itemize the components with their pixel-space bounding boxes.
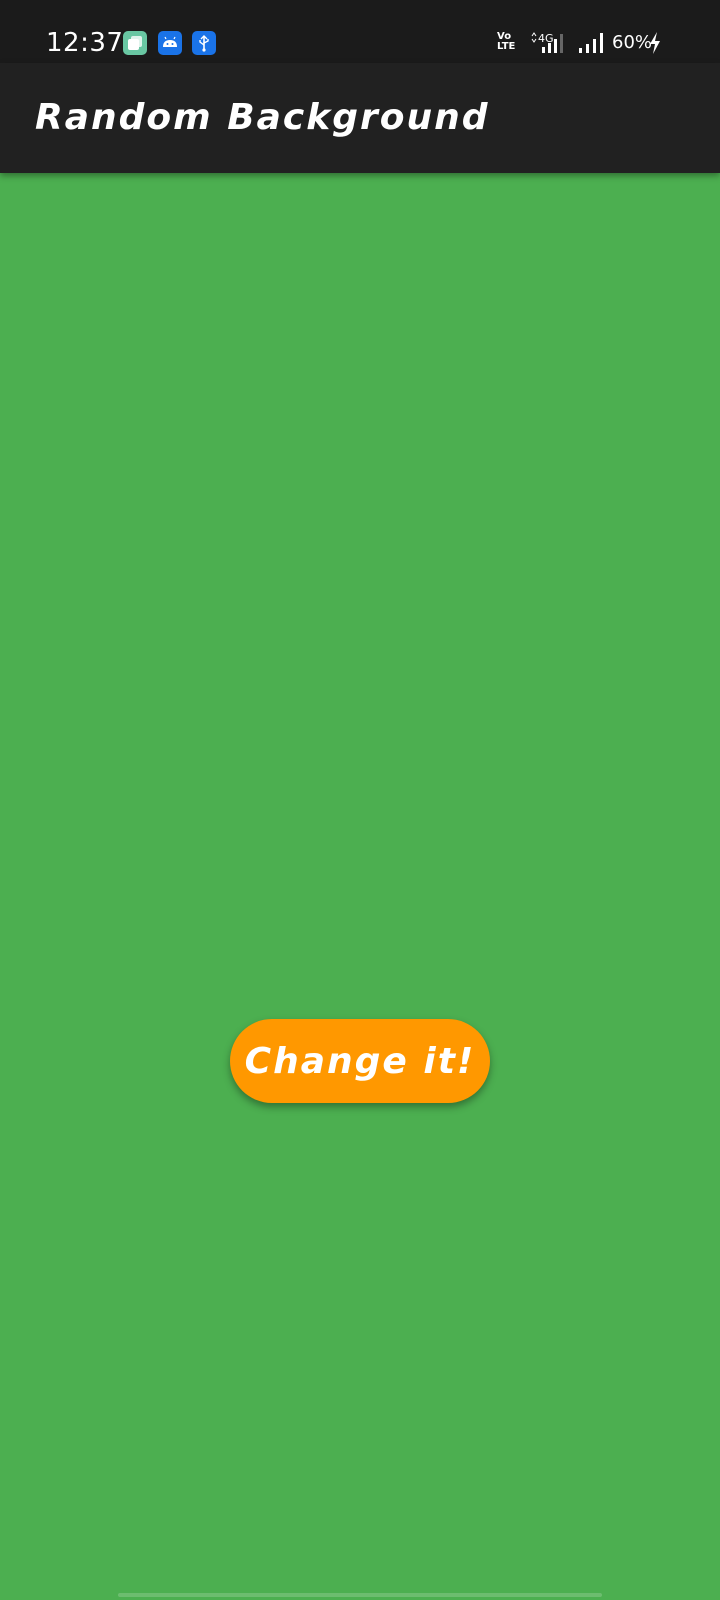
gesture-nav-handle[interactable] [118, 1593, 602, 1597]
signal-4g-icon: 4G [531, 32, 563, 53]
stacked-windows-icon [123, 31, 147, 55]
main-content: Change it! [0, 173, 720, 1600]
network-label: 4G [538, 32, 554, 45]
signal-strength-icon [579, 33, 603, 53]
battery-percent: 60% [612, 32, 653, 53]
status-time: 12:37 [46, 28, 124, 58]
app-screen: 12:37 Vo LTE 4G 60% Random Background Ch… [0, 0, 720, 1600]
change-background-button[interactable]: Change it! [230, 1019, 490, 1103]
volte-indicator: Vo LTE [497, 32, 523, 54]
android-icon [158, 31, 182, 55]
app-title: Random Background [35, 97, 490, 138]
app-bar: Random Background [0, 63, 720, 173]
status-bar: 12:37 Vo LTE 4G 60% [0, 0, 720, 63]
charging-bolt-icon [650, 32, 660, 54]
usb-icon [192, 31, 216, 55]
volte-bottom-label: LTE [497, 41, 516, 52]
